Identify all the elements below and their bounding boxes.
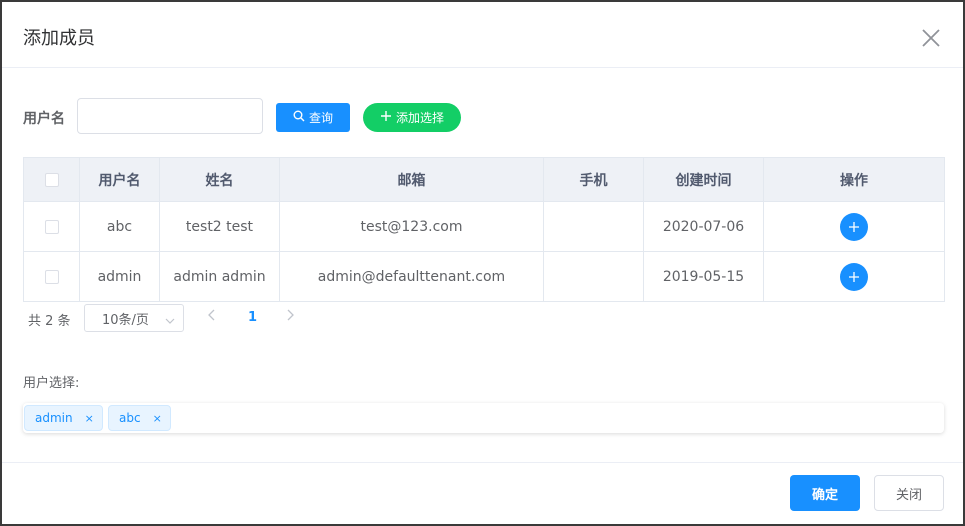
column-header-username: 用户名: [79, 157, 160, 202]
selected-user-tag: admin ×: [24, 405, 103, 431]
cell-actions: [763, 201, 945, 252]
column-header-actions: 操作: [763, 157, 945, 202]
row-select-cell: [23, 201, 80, 252]
add-selection-button-label: 添加选择: [395, 111, 444, 125]
footer-divider: [2, 462, 963, 463]
page-size-value: 10条/页: [102, 312, 149, 328]
close-icon[interactable]: [920, 27, 942, 49]
column-header-created: 创建时间: [643, 157, 764, 202]
column-header-name: 姓名: [159, 157, 280, 202]
tag-close-icon[interactable]: ×: [153, 412, 162, 425]
cell-username: abc: [79, 201, 160, 252]
add-selection-button[interactable]: 添加选择: [363, 103, 461, 132]
table-header-row: 用户名 姓名 邮箱 手机 创建时间 操作: [23, 157, 945, 202]
selected-user-tag: abc ×: [108, 405, 171, 431]
username-search-label: 用户名: [23, 111, 65, 127]
tag-close-icon[interactable]: ×: [85, 412, 94, 425]
cell-created: 2019-05-15: [643, 251, 764, 302]
user-table: 用户名 姓名 邮箱 手机 创建时间 操作 abc test2 test test…: [23, 157, 945, 302]
chevron-down-icon: [165, 314, 175, 329]
selected-users-box[interactable]: admin × abc ×: [23, 403, 944, 433]
cell-phone: [543, 251, 644, 302]
column-header-phone: 手机: [543, 157, 644, 202]
add-user-button[interactable]: [840, 212, 868, 241]
row-checkbox[interactable]: [44, 219, 59, 234]
search-icon: [293, 110, 305, 125]
cell-created: 2020-07-06: [643, 201, 764, 252]
cell-name: test2 test: [159, 201, 280, 252]
select-all-checkbox[interactable]: [44, 172, 59, 187]
page-number-current[interactable]: 1: [248, 310, 257, 325]
table-row: admin admin admin admin@defaulttenant.co…: [23, 251, 945, 302]
confirm-button[interactable]: 确定: [790, 475, 860, 511]
select-all-cell: [23, 157, 80, 202]
table-row: abc test2 test test@123.com 2020-07-06: [23, 201, 945, 252]
cell-email: admin@defaulttenant.com: [279, 251, 544, 302]
tag-label: admin: [35, 411, 73, 425]
close-button[interactable]: 关闭: [874, 475, 944, 511]
row-select-cell: [23, 251, 80, 302]
column-header-email: 邮箱: [279, 157, 544, 202]
add-member-dialog: 添加成员 用户名 查询 添加选择 用户名 姓名 邮箱 手机 创建时间 操作 ab…: [0, 0, 965, 526]
query-button[interactable]: 查询: [276, 103, 350, 132]
user-selection-label: 用户选择:: [23, 376, 80, 391]
plus-icon: [849, 271, 859, 282]
tag-label: abc: [119, 411, 141, 425]
cell-email: test@123.com: [279, 201, 544, 252]
next-page-icon[interactable]: [285, 308, 295, 326]
add-user-button[interactable]: [840, 262, 868, 291]
cell-name: admin admin: [159, 251, 280, 302]
pagination-total: 共 2 条: [28, 314, 71, 329]
cell-actions: [763, 251, 945, 302]
username-search-input[interactable]: [77, 98, 263, 134]
dialog-header: 添加成员: [2, 2, 963, 68]
cell-username: admin: [79, 251, 160, 302]
plus-icon: [380, 110, 392, 125]
plus-icon: [849, 221, 859, 232]
page-size-select[interactable]: 10条/页: [84, 304, 184, 332]
dialog-title: 添加成员: [23, 28, 95, 49]
query-button-label: 查询: [308, 111, 333, 125]
row-checkbox[interactable]: [44, 269, 59, 284]
cell-phone: [543, 201, 644, 252]
prev-page-icon[interactable]: [207, 308, 217, 326]
